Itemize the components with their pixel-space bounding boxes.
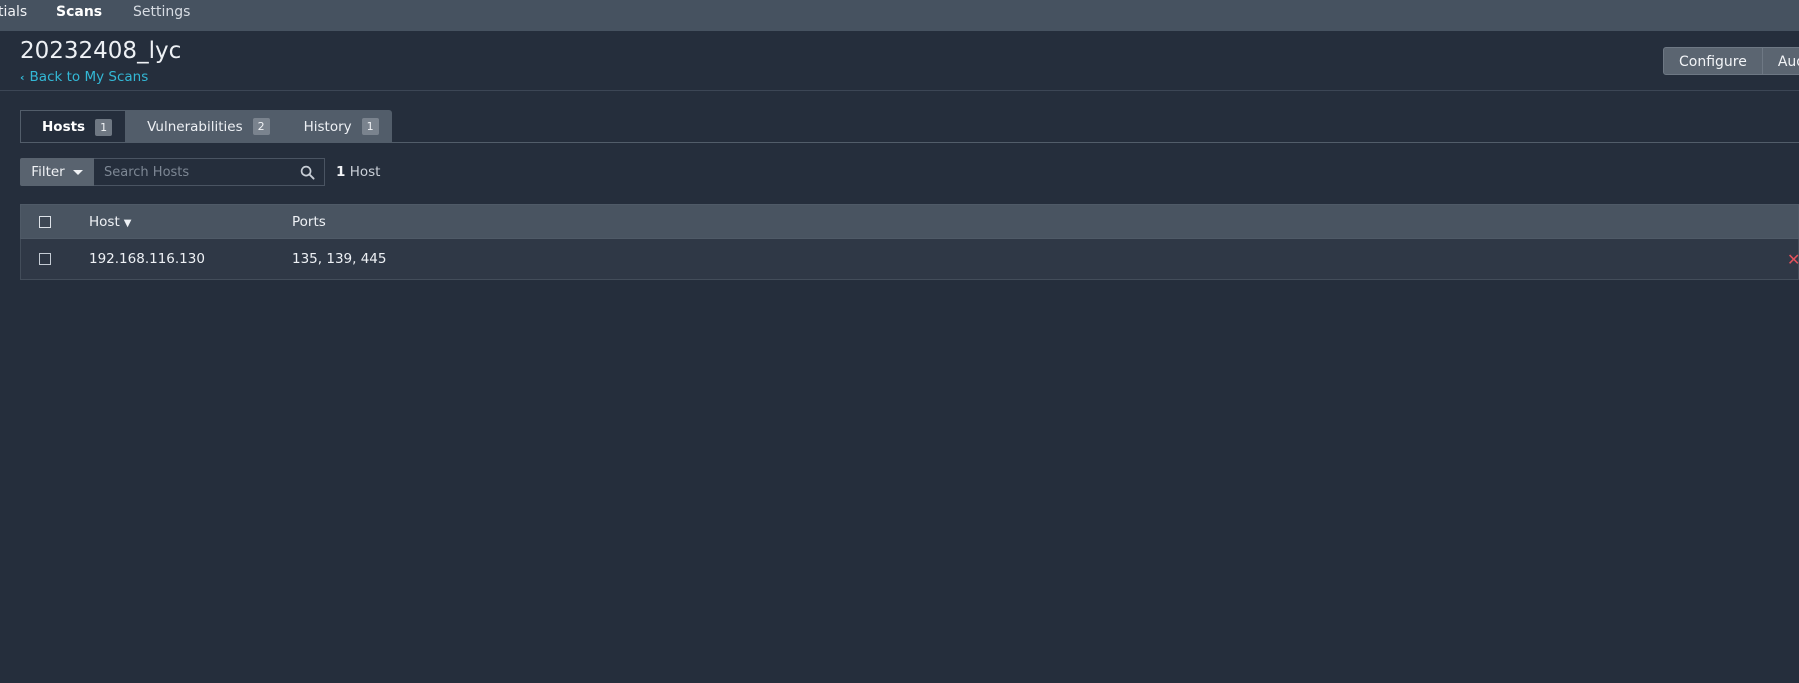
page-title: 20232408_lyc (20, 38, 182, 64)
sort-desc-icon: ▼ (123, 217, 132, 229)
row-ports: 135, 139, 445 (292, 251, 387, 267)
tab-label: Vulnerabilities (147, 118, 243, 135)
row-host[interactable]: 192.168.116.130 (89, 251, 292, 267)
chevron-left-icon: ‹ (20, 70, 25, 84)
column-header-ports: Ports (292, 213, 326, 230)
search-hosts-input[interactable] (94, 159, 324, 185)
nav-item-scans[interactable]: Scans (56, 4, 102, 20)
host-count-label: Host (349, 164, 381, 180)
tab-count-badge: 2 (252, 118, 270, 135)
tab-bar: Hosts 1 Vulnerabilities 2 History 1 (20, 110, 392, 143)
configure-button[interactable]: Configure (1663, 47, 1763, 75)
audit-button[interactable]: Audit (1762, 47, 1799, 75)
header-divider (0, 90, 1799, 91)
close-icon[interactable]: ✕ (1787, 250, 1799, 269)
top-nav-bar: tials Scans Settings (0, 0, 1799, 31)
search-icon[interactable] (300, 165, 315, 180)
tab-history[interactable]: History 1 (283, 110, 392, 143)
tab-label: Hosts (42, 119, 86, 135)
search-box (94, 158, 325, 186)
row-select-cell (21, 253, 89, 265)
select-all-cell (21, 215, 89, 228)
caret-down-icon (72, 169, 83, 175)
nav-item-settings[interactable]: Settings (133, 4, 190, 20)
back-to-scans-link[interactable]: ‹ Back to My Scans (20, 69, 148, 85)
filter-button[interactable]: Filter (20, 158, 94, 186)
tab-count-badge: 1 (361, 118, 379, 135)
header-button-group: Configure Audit (1663, 47, 1799, 75)
nav-item-credentials[interactable]: tials (0, 4, 27, 20)
host-count: 1 Host (336, 164, 380, 180)
tab-label: History (303, 118, 352, 135)
select-all-checkbox[interactable] (39, 215, 51, 228)
column-header-host-label: Host (89, 213, 120, 230)
tab-vulnerabilities[interactable]: Vulnerabilities 2 (126, 110, 283, 143)
back-link-label: Back to My Scans (29, 69, 149, 85)
tab-hosts[interactable]: Hosts 1 (20, 110, 127, 143)
table-row[interactable]: 192.168.116.130 135, 139, 445 ✕ (20, 239, 1799, 280)
host-count-number: 1 (336, 164, 346, 180)
hosts-table: Host ▼ Ports 192.168.116.130 135, 139, 44… (20, 204, 1799, 280)
table-header: Host ▼ Ports (20, 204, 1799, 239)
column-header-host[interactable]: Host ▼ (89, 214, 292, 230)
row-checkbox[interactable] (39, 253, 51, 265)
tab-count-badge: 1 (95, 118, 113, 136)
tabs-divider (20, 142, 1799, 143)
filter-label: Filter (31, 164, 65, 180)
filter-row: Filter 1 Host (20, 158, 380, 186)
